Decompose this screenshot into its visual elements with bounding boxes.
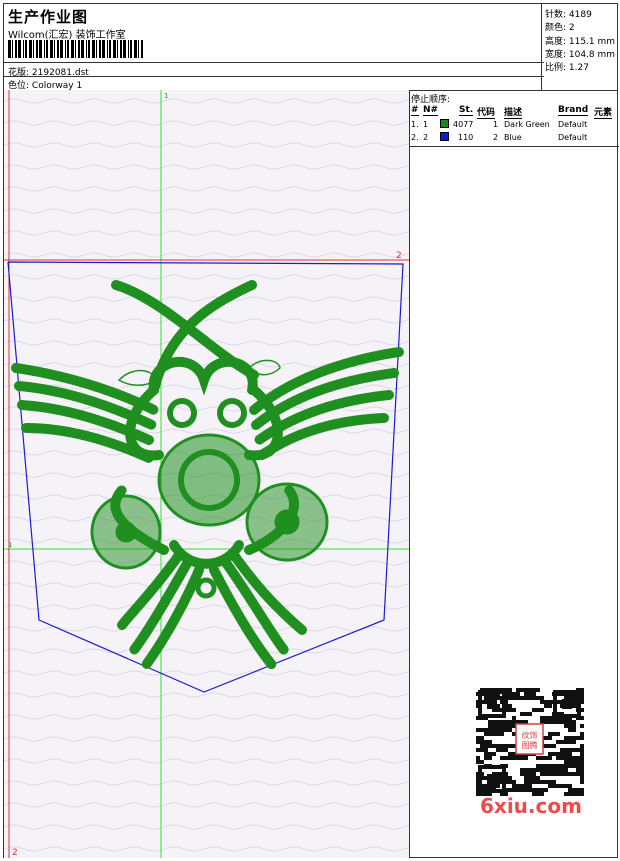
stats-panel: 针数: 4189 颜色: 2 高度: 115.1 mm 宽度: 104.8 mm… — [541, 4, 620, 90]
row-brand: Default — [558, 133, 588, 142]
studio-name: Wilcom(汇宏) 装饰工作室 — [8, 30, 126, 41]
guide-label-left: 1 — [8, 541, 12, 549]
watermark-site: 6xiu.com — [480, 794, 582, 818]
row-st: 4077 — [453, 120, 474, 129]
barcode — [8, 40, 143, 58]
row-st: 110 — [458, 133, 474, 142]
row-brand: Default — [558, 120, 588, 129]
qr-code-graphic: 纹饰图腾 — [476, 688, 584, 796]
col-header-element: 元素 — [594, 105, 613, 119]
col-header-desc: 描述 — [504, 105, 523, 119]
row-code: 1 — [493, 120, 499, 129]
stop-sequence-title: 停止顺序: — [411, 95, 451, 105]
row-n: 2 — [423, 133, 429, 142]
col-header-n: N# — [423, 105, 439, 116]
row-n: 1 — [423, 120, 429, 129]
guide-label-top: 1 — [164, 92, 168, 100]
divider — [4, 62, 544, 63]
design-scale: 比例: 1.27 — [545, 63, 589, 73]
col-header-brand: Brand — [558, 105, 589, 116]
col-header-st: St. — [459, 105, 474, 116]
header: 生产作业图 Wilcom(汇宏) 装饰工作室 花版: 2192081.dst 色… — [4, 4, 617, 91]
guide-label-bottom: 2 — [12, 848, 18, 858]
design-width: 宽度: 104.8 mm — [545, 50, 616, 60]
divider — [4, 76, 544, 77]
row-desc: Dark Green — [504, 120, 550, 129]
embroidery-preview: 1 1 2 2 — [4, 90, 409, 858]
row-desc: Blue — [504, 133, 522, 142]
design-height: 高度: 115.1 mm — [545, 37, 616, 47]
design-canvas: 1 1 2 2 — [4, 90, 410, 858]
color-count: 颜色: 2 — [545, 23, 575, 33]
guide-label-right: 2 — [396, 251, 402, 261]
stop-sequence-panel: 停止顺序: # N# St. 代码 描述 Brand 元素 1. 1 4077 … — [409, 90, 619, 147]
color-swatch — [440, 119, 449, 128]
row-idx: 2. — [411, 133, 419, 142]
col-header-code: 代码 — [477, 105, 496, 119]
color-swatch — [440, 132, 449, 141]
page-title: 生产作业图 — [8, 8, 89, 26]
worksheet: 生产作业图 Wilcom(汇宏) 装饰工作室 花版: 2192081.dst 色… — [3, 3, 619, 858]
row-code: 2 — [493, 133, 499, 142]
col-header-idx: # — [411, 105, 419, 116]
row-idx: 1. — [411, 120, 419, 129]
stitch-count: 针数: 4189 — [545, 10, 592, 20]
qr-code: 纹饰图腾 — [472, 684, 587, 799]
